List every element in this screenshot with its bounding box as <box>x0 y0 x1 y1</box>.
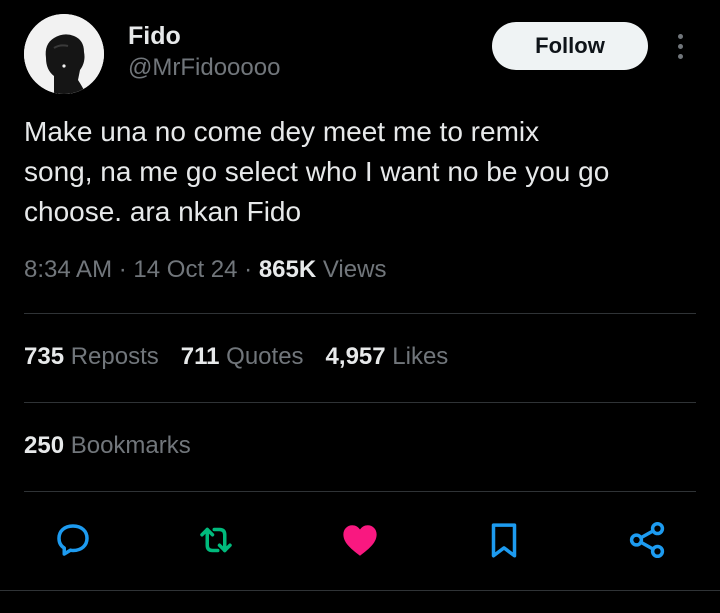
reposts-label: Reposts <box>70 343 159 370</box>
heart-icon[interactable] <box>338 518 382 562</box>
views-label: Views <box>322 256 387 283</box>
quotes-count: 711 <box>180 343 220 370</box>
likes-count: 4,957 <box>325 343 386 370</box>
more-vertical-icon[interactable] <box>668 28 692 64</box>
reposts-stat[interactable]: 735 Reposts <box>24 343 159 370</box>
bookmark-icon[interactable] <box>482 518 526 562</box>
divider <box>24 491 696 492</box>
tweet-time[interactable]: 8:34 AM <box>24 256 112 283</box>
author-name[interactable]: Fido <box>128 22 181 51</box>
bookmarks-label: Bookmarks <box>70 432 191 459</box>
reposts-count: 735 <box>24 343 65 370</box>
follow-button[interactable]: Follow <box>492 22 648 70</box>
author-handle[interactable]: @MrFidooooo <box>128 54 280 82</box>
divider <box>24 313 696 314</box>
engagement-stats: 735 Reposts 711 Quotes 4,957 Likes <box>24 343 448 371</box>
likes-label: Likes <box>392 343 449 370</box>
bookmarks-stats: 250 Bookmarks <box>24 432 191 460</box>
tweet-meta: 8:34 AM · 14 Oct 24 · 865K Views <box>24 256 696 284</box>
reply-icon[interactable] <box>51 518 95 562</box>
quotes-stat[interactable]: 711 Quotes <box>181 343 304 370</box>
bottom-divider <box>0 590 720 591</box>
avatar[interactable] <box>24 14 104 94</box>
bookmarks-stat[interactable]: 250 Bookmarks <box>24 432 191 459</box>
avatar-image <box>24 14 104 94</box>
quotes-label: Quotes <box>226 343 304 370</box>
views-count: 865K <box>258 256 317 283</box>
divider <box>24 402 696 403</box>
likes-stat[interactable]: 4,957 Likes <box>326 343 449 370</box>
repost-icon[interactable] <box>194 518 238 562</box>
meta-separator: · <box>244 256 259 283</box>
meta-separator: · <box>118 256 134 283</box>
tweet-date[interactable]: 14 Oct 24 <box>133 256 237 283</box>
bookmarks-count: 250 <box>24 432 65 459</box>
tweet-text: Make una no come dey meet me to remix so… <box>24 116 610 227</box>
share-icon[interactable] <box>625 518 669 562</box>
tweet-header: Fido @MrFidooooo Follow <box>24 14 696 96</box>
action-bar <box>24 508 696 572</box>
